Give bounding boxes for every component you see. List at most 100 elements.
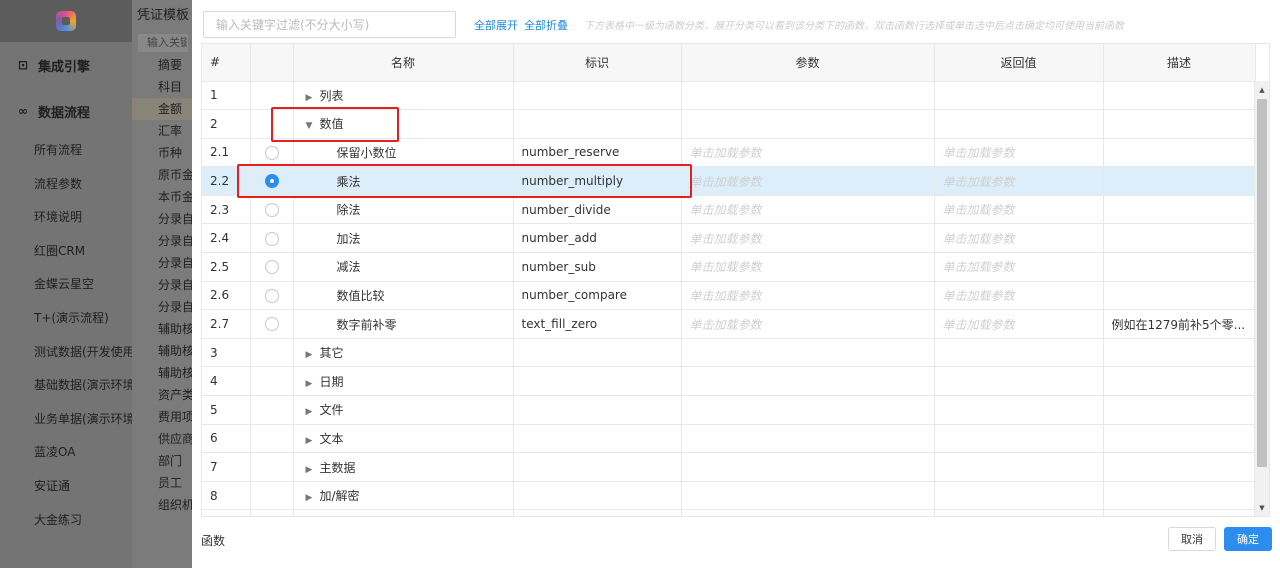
caret-right-icon[interactable]: ▶ — [306, 350, 320, 360]
row-select-cell[interactable] — [250, 252, 294, 282]
sidebar-item[interactable]: 测试数据(开发使用 — [0, 336, 132, 370]
sidebar-item[interactable]: T+(演示流程) — [0, 302, 132, 336]
radio-icon[interactable] — [264, 231, 279, 246]
row-select-cell[interactable] — [250, 223, 294, 254]
table-row[interactable]: 2.6 数值比较 number_compare 单击加载参数 单击加载参数 — [202, 281, 1256, 311]
sidebar-item[interactable]: 金蝶云星空 — [0, 268, 132, 302]
sidebar-item[interactable]: 基础数据(演示环境 — [0, 369, 132, 403]
expand-all-link[interactable]: 全部展开 — [474, 17, 518, 33]
table-row[interactable]: 3 ▶ 其它 — [202, 338, 1256, 368]
sidebar-item[interactable]: 所有流程 — [0, 134, 132, 168]
row-select-cell[interactable] — [250, 138, 294, 168]
template-field-item[interactable]: 分录自 — [132, 208, 192, 230]
template-field-item[interactable]: 科目 — [132, 76, 192, 98]
collapse-all-link[interactable]: 全部折叠 — [524, 17, 568, 33]
category-name-cell[interactable]: ▶ 列表 — [293, 81, 514, 111]
template-field-item[interactable]: 分录自 — [132, 230, 192, 252]
column-header-desc[interactable]: 描述 — [1103, 44, 1256, 82]
table-row[interactable]: 4 ▶ 日期 — [202, 366, 1256, 397]
template-field-item[interactable]: 辅助核 — [132, 340, 192, 362]
table-row[interactable]: 8 ▶ 加/解密 — [202, 481, 1256, 511]
table-row[interactable]: 2.7 数字前补零 text_fill_zero 单击加载参数 单击加载参数 例如在127… — [202, 309, 1256, 339]
function-return[interactable]: 单击加载参数 — [934, 281, 1104, 311]
column-header-param[interactable]: 参数 — [681, 44, 935, 82]
sidebar-item[interactable]: 安证通 — [0, 470, 132, 504]
scroll-thumb[interactable] — [1257, 99, 1267, 467]
radio-icon[interactable] — [264, 202, 279, 217]
sidebar-item[interactable]: 业务单据(演示环境 — [0, 403, 132, 437]
template-field-item[interactable]: 辅助核 — [132, 362, 192, 384]
sidebar-item[interactable]: 红圈CRM — [0, 235, 132, 269]
table-row[interactable]: 2.4 加法 number_add 单击加载参数 单击加载参数 — [202, 223, 1256, 254]
function-param[interactable]: 单击加载参数 — [681, 138, 935, 168]
table-row[interactable]: 2 ▼ 数值 — [202, 109, 1256, 139]
template-field-item[interactable]: 供应商 — [132, 428, 192, 450]
template-field-item[interactable]: 分录自 — [132, 274, 192, 296]
function-return[interactable]: 单击加载参数 — [934, 138, 1104, 168]
template-field-item[interactable]: 费用项 — [132, 406, 192, 428]
table-row[interactable]: 6 ▶ 文本 — [202, 424, 1256, 454]
template-field-item[interactable]: 组织机 — [132, 494, 192, 516]
table-row[interactable]: 2.3 除法 number_divide 单击加载参数 单击加载参数 — [202, 195, 1256, 225]
template-field-item[interactable]: 资产类 — [132, 384, 192, 406]
category-name-cell[interactable]: ▶ 主数据 — [293, 452, 514, 482]
caret-right-icon[interactable]: ▶ — [306, 436, 320, 446]
template-field-item[interactable]: 原币金 — [132, 164, 192, 186]
template-field-item[interactable]: 金额 — [132, 98, 192, 120]
category-name-cell[interactable]: ▼ 数值 — [293, 109, 514, 139]
scroll-down-icon[interactable]: ▼ — [1255, 501, 1269, 515]
confirm-button[interactable]: 确定 — [1224, 527, 1272, 551]
caret-right-icon[interactable]: ▶ — [306, 465, 320, 475]
row-select-cell[interactable] — [250, 309, 294, 339]
table-scrollbar[interactable]: ▲ ▼ — [1254, 81, 1269, 516]
cancel-button[interactable]: 取消 — [1168, 527, 1216, 551]
template-field-item[interactable]: 员工 — [132, 472, 192, 494]
category-name-cell[interactable] — [293, 509, 514, 516]
function-param[interactable]: 单击加载参数 — [681, 195, 935, 225]
category-name-cell[interactable]: ▶ 日期 — [293, 366, 514, 397]
radio-icon[interactable] — [264, 174, 279, 189]
template-search-input[interactable]: 输入关键 — [138, 34, 188, 52]
template-field-item[interactable]: 分录自 — [132, 296, 192, 318]
function-return[interactable]: 单击加载参数 — [934, 166, 1104, 196]
function-return[interactable]: 单击加载参数 — [934, 252, 1104, 282]
caret-right-icon[interactable]: ▶ — [306, 407, 320, 417]
radio-icon[interactable] — [264, 260, 279, 275]
function-param[interactable]: 单击加载参数 — [681, 223, 935, 254]
template-field-item[interactable]: 辅助核 — [132, 318, 192, 340]
table-row[interactable]: 5 ▶ 文件 — [202, 395, 1256, 425]
template-field-item[interactable]: 币种 — [132, 142, 192, 164]
template-field-item[interactable]: 分录自 — [132, 252, 192, 274]
category-name-cell[interactable]: ▶ 文件 — [293, 395, 514, 425]
table-row[interactable]: 7 ▶ 主数据 — [202, 452, 1256, 482]
template-field-item[interactable]: 本币金 — [132, 186, 192, 208]
category-name-cell[interactable]: ▶ 文本 — [293, 424, 514, 454]
radio-icon[interactable] — [264, 317, 279, 332]
category-name-cell[interactable]: ▶ 加/解密 — [293, 481, 514, 511]
caret-right-icon[interactable]: ▶ — [306, 379, 320, 389]
table-row[interactable] — [202, 509, 1256, 516]
caret-down-icon[interactable]: ▼ — [306, 121, 320, 131]
caret-right-icon[interactable]: ▶ — [306, 93, 320, 103]
template-field-item[interactable]: 摘要 — [132, 54, 192, 76]
table-row[interactable]: 2.2 乘法 number_multiply 单击加载参数 单击加载参数 — [202, 166, 1256, 196]
template-field-item[interactable]: 汇率 — [132, 120, 192, 142]
function-return[interactable]: 单击加载参数 — [934, 223, 1104, 254]
template-field-item[interactable]: 部门 — [132, 450, 192, 472]
scroll-up-icon[interactable]: ▲ — [1255, 83, 1269, 97]
table-row[interactable]: 2.5 减法 number_sub 单击加载参数 单击加载参数 — [202, 252, 1256, 282]
sidebar-section-1[interactable]: ∞ 数据流程 — [0, 88, 132, 134]
table-row[interactable]: 2.1 保留小数位 number_reserve 单击加载参数 单击加载参数 — [202, 138, 1256, 168]
sidebar-item[interactable]: 蓝凌OA — [0, 436, 132, 470]
function-param[interactable]: 单击加载参数 — [681, 252, 935, 282]
radio-icon[interactable] — [264, 288, 279, 303]
row-select-cell[interactable] — [250, 195, 294, 225]
function-param[interactable]: 单击加载参数 — [681, 166, 935, 196]
radio-icon[interactable] — [264, 145, 279, 160]
sidebar-item[interactable]: 大金练习 — [0, 504, 132, 538]
function-return[interactable]: 单击加载参数 — [934, 195, 1104, 225]
function-param[interactable]: 单击加载参数 — [681, 281, 935, 311]
column-header-return[interactable]: 返回值 — [934, 44, 1104, 82]
app-logo[interactable] — [56, 11, 76, 31]
sidebar-section-0[interactable]: ⊡ 集成引擎 — [0, 42, 132, 88]
